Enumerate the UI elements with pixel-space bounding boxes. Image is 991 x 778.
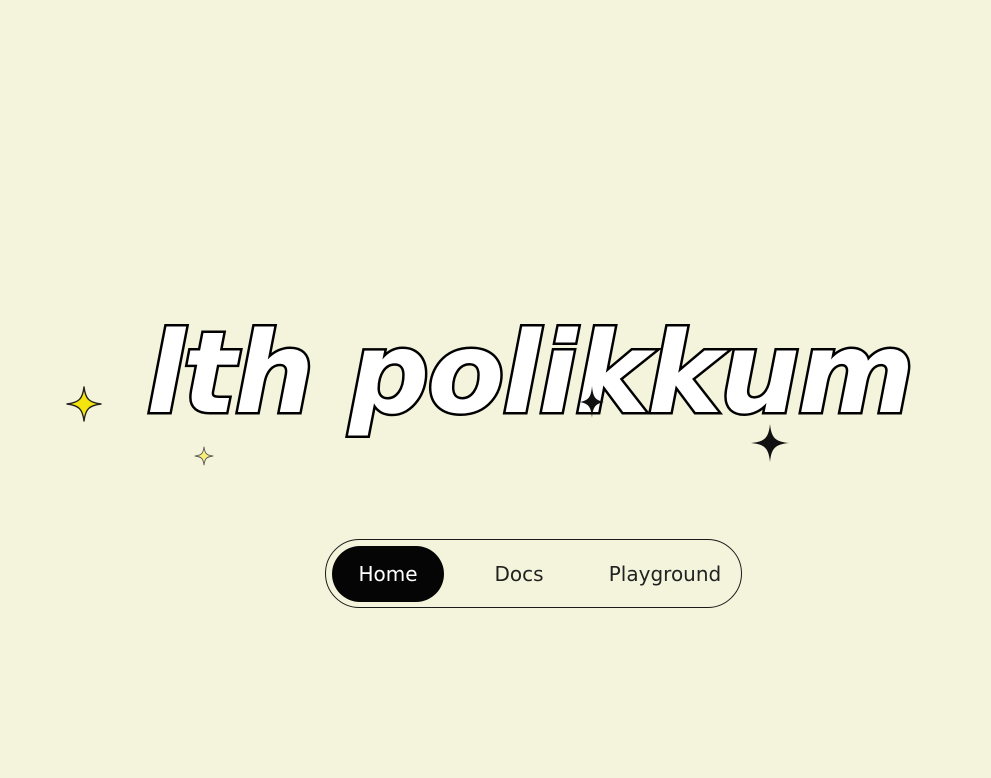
nav-docs-button[interactable]: Docs — [474, 546, 564, 602]
sparkle-icon — [578, 384, 606, 420]
hero-title: lth polikkum — [144, 309, 917, 439]
main-nav: Home Docs Playground — [325, 539, 742, 608]
nav-home-button[interactable]: Home — [332, 546, 444, 602]
sparkle-icon — [66, 386, 102, 422]
sparkle-icon — [194, 446, 214, 466]
sparkle-icon — [750, 423, 790, 463]
nav-playground-button[interactable]: Playground — [594, 546, 736, 602]
